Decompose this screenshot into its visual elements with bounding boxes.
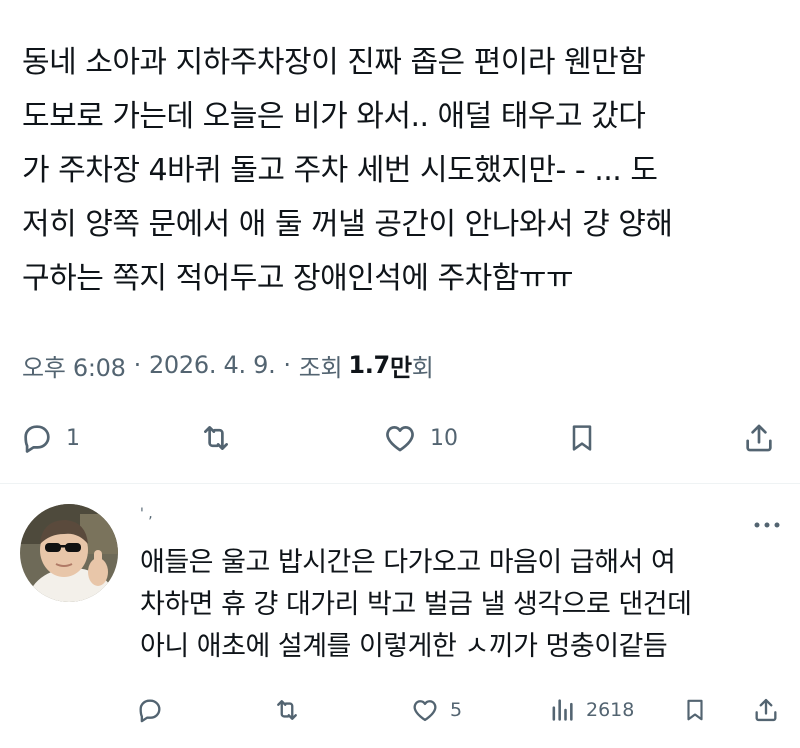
like-button[interactable]: 10	[382, 421, 458, 455]
avatar[interactable]	[20, 504, 118, 602]
heart-icon	[413, 700, 437, 722]
reply-views-button[interactable]: 2618	[548, 696, 634, 724]
views-chart-icon	[552, 699, 573, 721]
views-unit: 만	[389, 353, 412, 382]
meta-separator: ·	[283, 351, 291, 379]
reply-icon	[24, 425, 50, 453]
heart-icon	[386, 426, 414, 452]
reply-count: 1	[66, 425, 80, 451]
retweet-icon	[277, 700, 297, 720]
views-count: 1.7	[348, 351, 390, 379]
tweet-text: 동네 소아과 지하주차장이 진짜 좁은 편이라 웬만함 도보로 가는데 오늘은 …	[22, 45, 673, 296]
tweet-date[interactable]: 2026. 4. 9.	[149, 351, 276, 379]
reply-action-bar: 5 2618	[132, 688, 780, 732]
bookmark-button[interactable]	[566, 421, 598, 455]
reply-reply-button[interactable]	[136, 696, 164, 724]
reply-retweet-button[interactable]	[272, 696, 302, 724]
reply-views-count: 2618	[586, 699, 635, 721]
tweet-meta: 오후 6:08 · 2026. 4. 9. · 조회 1.7 만 회	[22, 345, 434, 385]
more-icon	[754, 522, 780, 528]
views-label: 조회	[298, 353, 343, 382]
reply-like-button[interactable]: 5	[410, 696, 462, 724]
views-suffix: 회	[411, 353, 434, 382]
share-icon	[755, 698, 777, 722]
share-icon	[746, 424, 772, 452]
bookmark-icon	[572, 425, 592, 451]
more-options-button[interactable]	[754, 514, 780, 533]
like-count: 10	[430, 425, 458, 451]
share-button[interactable]	[742, 421, 776, 455]
reply-bookmark-button[interactable]	[682, 696, 708, 724]
tweet-action-bar: 1 10	[18, 416, 780, 460]
reply-like-count: 5	[450, 699, 463, 721]
retweet-icon	[204, 426, 228, 450]
reply-share-button[interactable]	[752, 696, 780, 724]
retweet-button[interactable]	[198, 421, 234, 455]
meta-separator: ·	[133, 351, 142, 379]
child-with-sunglasses-avatar	[20, 504, 118, 602]
reply-icon	[139, 699, 161, 723]
tweet-time[interactable]: 오후 6:08	[22, 348, 126, 383]
reply-button[interactable]: 1	[20, 421, 80, 455]
divider	[0, 483, 800, 484]
bookmark-icon	[687, 699, 703, 721]
reply-text: 애들은 울고 밥시간은 다가오고 마음이 급해서 여 차하면 휴 걍 대가리 박…	[140, 547, 692, 662]
reply-author-meta: ' ,	[140, 506, 153, 522]
